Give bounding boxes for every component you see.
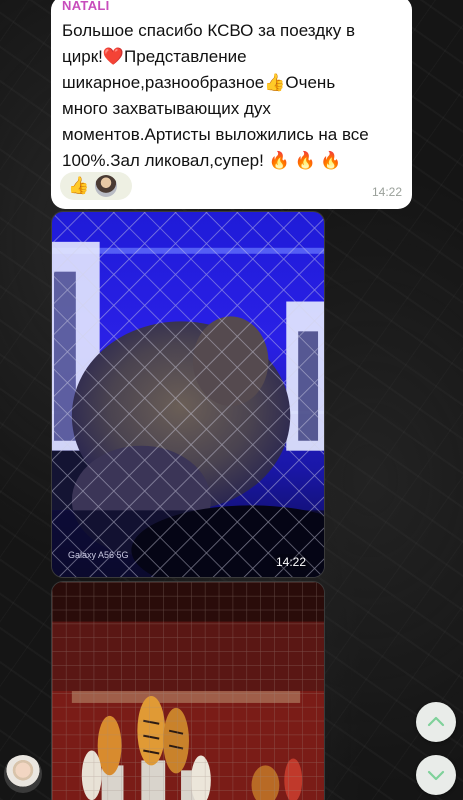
scroll-down-button[interactable] [416,755,456,795]
camera-watermark: Galaxy A56 5G [68,550,129,560]
chevron-down-icon [427,770,445,781]
thumbs-up-icon: 👍 [68,176,90,195]
sender-name[interactable]: NATALI [62,0,110,13]
message-text: Большое спасибо КСВО за поездку в цирк!❤… [62,21,369,170]
photo-tigers[interactable] [51,581,325,800]
photo-lion[interactable]: Galaxy A56 5G 14:22 [51,211,325,578]
message-bubble[interactable]: NATALI Большое спасибо КСВО за поездку в… [51,0,412,209]
chevron-up-icon [427,716,445,727]
reaction-chip[interactable]: 👍 [60,172,132,200]
photo-time: 14:22 [271,554,310,570]
scroll-up-button[interactable] [416,702,456,742]
tigers-photo-image [52,582,324,800]
message-time: 14:22 [371,185,402,199]
lion-photo-image [52,212,324,577]
sender-avatar[interactable] [4,755,42,793]
reactor-avatar [95,175,118,197]
